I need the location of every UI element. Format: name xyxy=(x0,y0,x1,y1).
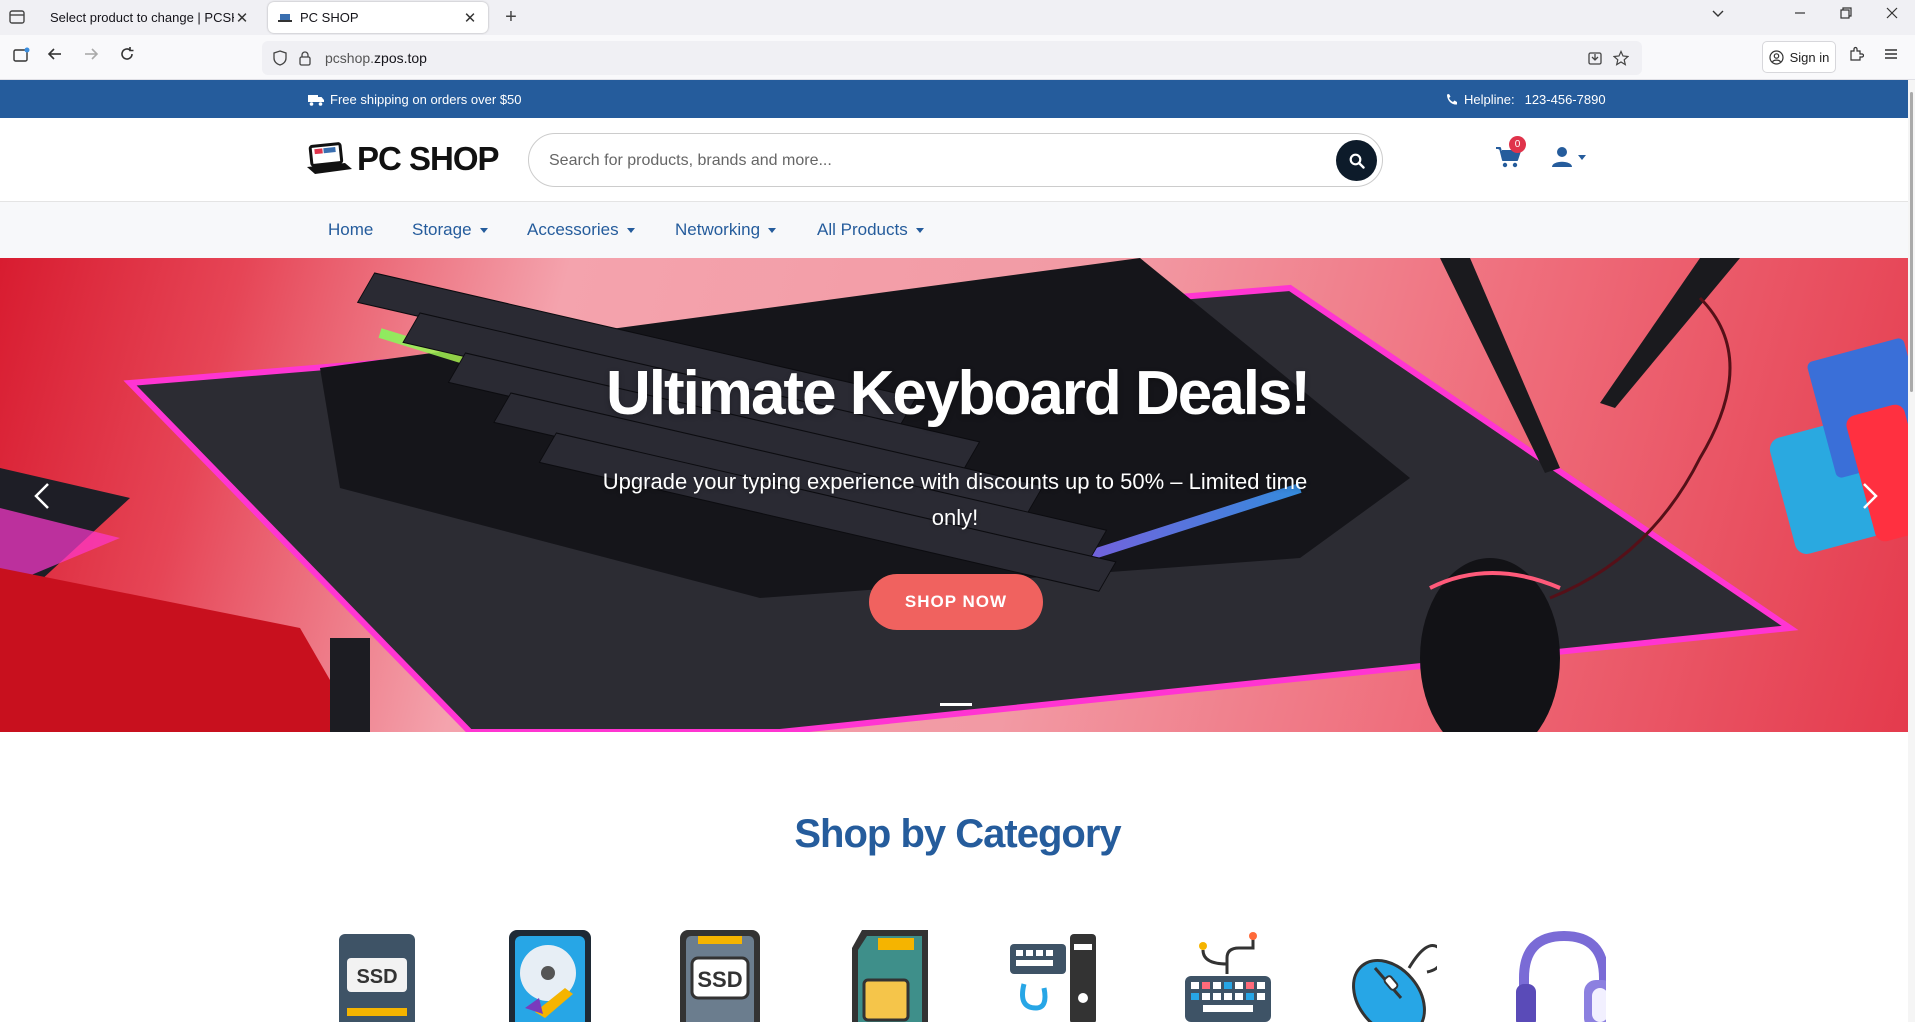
helpline: Helpline: 123-456-7890 xyxy=(1446,92,1606,107)
search-button[interactable] xyxy=(1336,140,1377,181)
carousel-indicator[interactable] xyxy=(940,703,972,706)
search-bar xyxy=(528,133,1383,187)
menu-item-storage[interactable]: Storage xyxy=(412,220,488,240)
tab-overflow-chevron-icon[interactable] xyxy=(1706,6,1730,23)
ssd-icon[interactable]: SSD xyxy=(678,928,768,1022)
chevron-down-icon xyxy=(1578,154,1586,160)
menu-item-networking[interactable]: Networking xyxy=(675,220,777,240)
url-prefix: pcshop. xyxy=(325,50,375,66)
user-menu[interactable] xyxy=(1552,146,1586,168)
carousel-next-icon[interactable] xyxy=(1848,476,1888,516)
url-domain: zpos.top xyxy=(374,50,427,66)
cart-count-badge: 0 xyxy=(1509,136,1526,153)
sidebar-toggle-icon[interactable] xyxy=(9,46,33,70)
svg-text:SSD: SSD xyxy=(697,967,742,992)
helpline-label: Helpline: xyxy=(1464,92,1515,107)
chevron-down-icon xyxy=(915,227,924,233)
laptop-favicon-icon xyxy=(278,13,292,22)
close-window-icon[interactable] xyxy=(1880,6,1904,23)
browser-tab-pcshop[interactable]: PC SHOP ✕ xyxy=(268,2,488,33)
tab-close-icon[interactable]: ✕ xyxy=(234,9,250,27)
hero-subtitle: Upgrade your typing experience with disc… xyxy=(602,469,1308,530)
site-header: PC SHOP 0 xyxy=(0,118,1915,202)
menu-item-all-products[interactable]: All Products xyxy=(817,220,924,240)
tab-close-icon[interactable]: ✕ xyxy=(462,9,478,27)
hard-disk-icon[interactable] xyxy=(505,928,595,1022)
shop-now-button[interactable]: SHOP NOW xyxy=(869,574,1043,630)
chevron-down-icon xyxy=(626,227,635,233)
save-to-pocket-icon[interactable] xyxy=(1587,50,1603,66)
hamburger-menu-icon[interactable] xyxy=(1879,46,1903,70)
free-shipping-notice: Free shipping on orders over $50 xyxy=(308,92,522,107)
carousel-prev-icon[interactable] xyxy=(24,476,64,516)
chevron-down-icon xyxy=(479,227,488,233)
tab-list-icon[interactable] xyxy=(8,8,26,26)
sign-in-label: Sign in xyxy=(1789,49,1830,65)
logo-text: PC SHOP xyxy=(357,140,500,177)
extensions-icon[interactable] xyxy=(1844,46,1868,70)
tab-title: PC SHOP xyxy=(300,10,359,25)
minimize-icon[interactable] xyxy=(1788,6,1812,23)
hero-title: Ultimate Keyboard Deals! xyxy=(605,359,1311,428)
memory-card-icon[interactable] xyxy=(848,928,938,1022)
truck-icon xyxy=(308,94,324,106)
user-icon xyxy=(1552,147,1572,167)
url-text: pcshop.zpos.top xyxy=(325,50,427,66)
category-section-title: Shop by Category xyxy=(794,812,1121,856)
computer-accessories-icon[interactable] xyxy=(1008,928,1098,1022)
menu-item-home[interactable]: Home xyxy=(328,220,373,240)
browser-tab-admin[interactable]: Select product to change | PCSHOP ✕ xyxy=(40,2,260,33)
sign-in-button[interactable]: Sign in xyxy=(1762,41,1836,73)
back-icon[interactable] xyxy=(43,46,67,70)
browser-tab-bar: Select product to change | PCSHOP ✕ PC S… xyxy=(0,0,1915,35)
main-menu: Home Storage Accessories Networking All … xyxy=(0,202,1915,258)
search-icon xyxy=(1349,153,1365,169)
restore-icon[interactable] xyxy=(1834,6,1858,23)
menu-item-label: Networking xyxy=(675,220,761,239)
mouse-icon[interactable] xyxy=(1347,928,1437,1022)
menu-item-label: All Products xyxy=(817,220,908,239)
site-logo[interactable]: PC SHOP xyxy=(307,140,500,178)
forward-icon[interactable] xyxy=(79,46,103,70)
shield-icon[interactable] xyxy=(272,50,288,66)
menu-item-label: Home xyxy=(328,220,374,239)
menu-item-accessories[interactable]: Accessories xyxy=(527,220,635,240)
phone-icon xyxy=(1447,94,1457,105)
hero-carousel: Ultimate Keyboard Deals! Upgrade your ty… xyxy=(0,258,1915,732)
lock-icon[interactable] xyxy=(298,50,312,66)
account-icon xyxy=(1769,49,1784,65)
search-input[interactable] xyxy=(549,148,1309,174)
browser-navigation-bar: pcshop.zpos.top Sign in xyxy=(0,35,1915,80)
svg-text:SSD: SSD xyxy=(356,966,397,988)
ssd-drive-icon[interactable]: SSD xyxy=(333,928,423,1022)
helpline-number[interactable]: 123-456-7890 xyxy=(1525,92,1606,107)
new-tab-button[interactable]: + xyxy=(500,6,522,29)
tab-title: Select product to change | PCSHOP xyxy=(50,10,234,25)
bookmark-star-icon[interactable] xyxy=(1613,50,1629,66)
address-bar[interactable]: pcshop.zpos.top xyxy=(262,41,1642,75)
menu-item-label: Storage xyxy=(412,220,472,239)
headphones-icon[interactable] xyxy=(1516,928,1606,1022)
scrollbar-thumb[interactable] xyxy=(1910,92,1913,392)
top-info-bar: Free shipping on orders over $50 Helplin… xyxy=(0,80,1915,118)
menu-item-label: Accessories xyxy=(527,220,619,239)
laptop-logo-icon xyxy=(307,142,352,174)
reload-icon[interactable] xyxy=(115,46,139,70)
chevron-down-icon xyxy=(768,227,777,233)
keyboard-icon[interactable] xyxy=(1183,928,1273,1022)
shipping-text: Free shipping on orders over $50 xyxy=(330,92,522,107)
